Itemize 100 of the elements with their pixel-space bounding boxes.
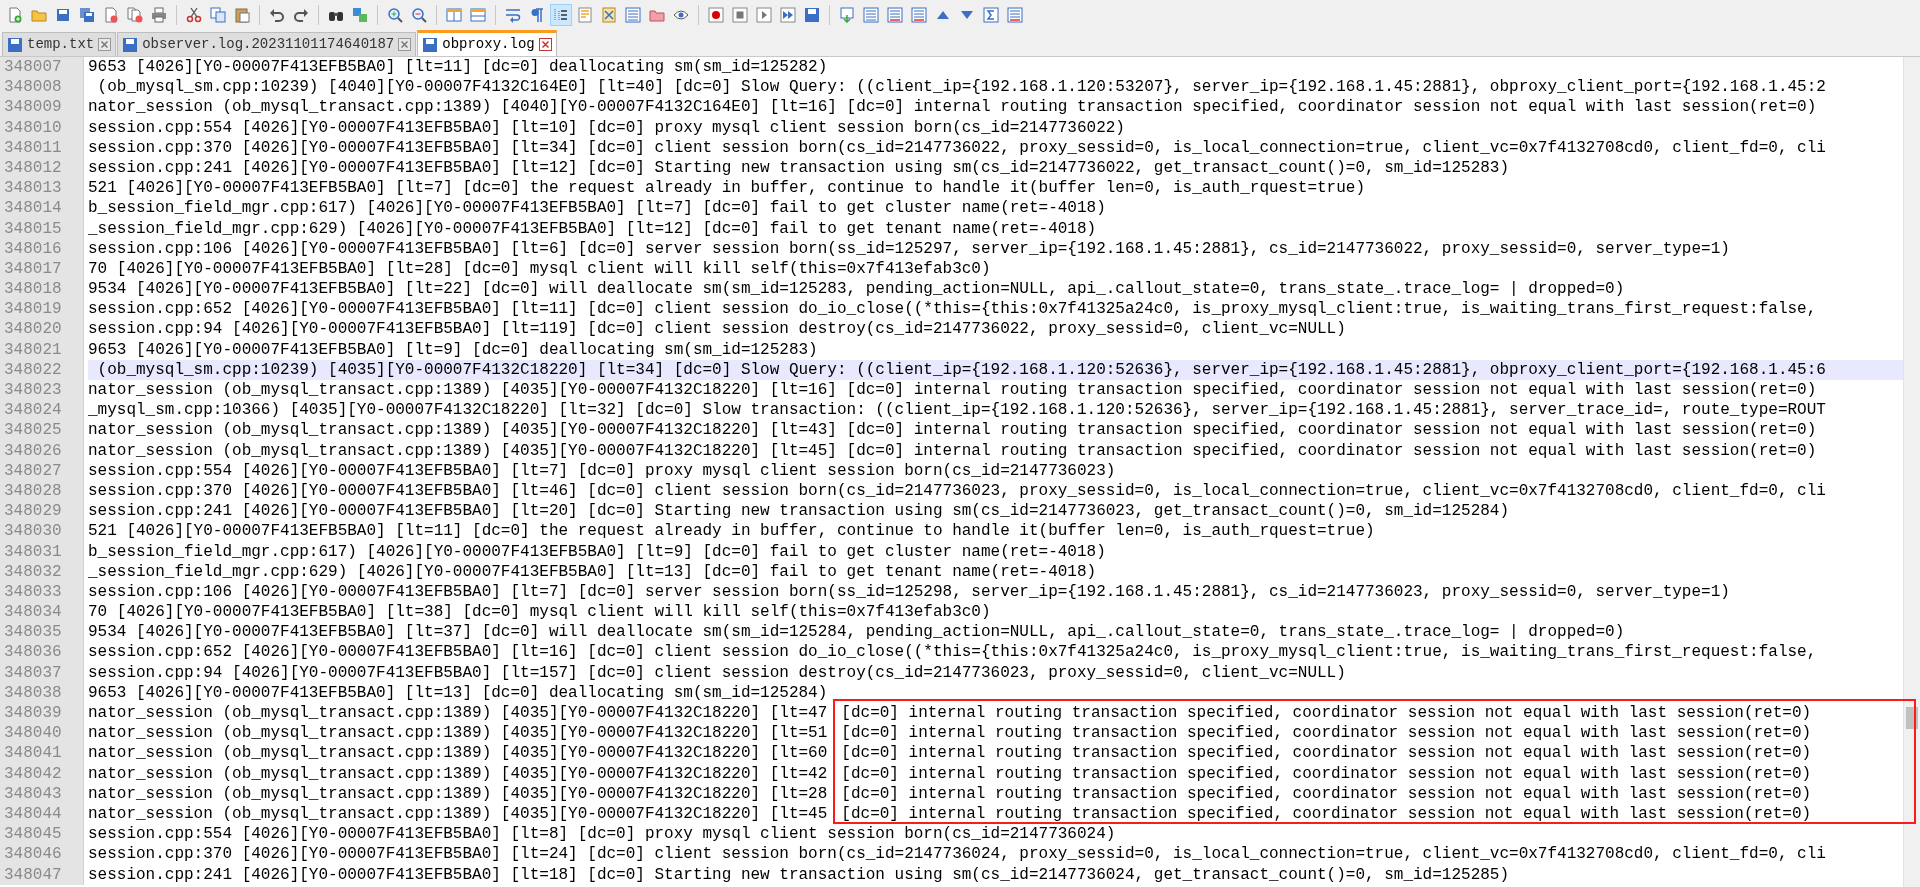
line-number: 348041 bbox=[0, 743, 84, 764]
line-number: 348008 bbox=[0, 77, 84, 98]
line-number: 348025 bbox=[0, 420, 84, 441]
file-tab[interactable]: temp.txt bbox=[2, 32, 117, 56]
log-line: _session_field_mgr.cpp:629) [4026][Y0-00007F413EFB5BA0] [lt=13] [dc=0] fail to get tenant name(ret=-4018) bbox=[88, 561, 1098, 582]
line-number: 348017 bbox=[0, 258, 84, 280]
line-number: 348037 bbox=[0, 662, 84, 683]
log-line: session.cpp:652 [4026][Y0-00007F413EFB5BA0] [lt=16] [dc=0] client session do_io_close((*this={this:0x7f41325a24c0, is_proxy_mysql_client:true, is_waiting_trans_first_request:false, bbox=[88, 642, 1818, 663]
log-line: nator_session (ob_mysql_transact.cpp:1389) [4035][Y0-00007F4132C18220] [lt=16] [dc=0] internal routing transaction specified, coordinator session not equal with last session(ret=0) bbox=[88, 380, 1818, 401]
line-number: 348042 bbox=[0, 763, 84, 784]
log-line: session.cpp:554 [4026][Y0-00007F413EFB5BA0] [lt=8] [dc=0] proxy mysql client session born(cs_id=2147736024) bbox=[88, 824, 1117, 845]
redo-icon bbox=[293, 7, 309, 23]
line-number: 348028 bbox=[0, 480, 84, 502]
log-line: session.cpp:94 [4026][Y0-00007F413EFB5BA0] [lt=119] [dc=0] client session destroy(cs_id=2147736022, proxy_sessid=0, client_vc=NULL) bbox=[88, 319, 1347, 340]
file-tab[interactable]: obproxy.log bbox=[417, 30, 557, 56]
undo-icon bbox=[269, 7, 285, 23]
log-line: _session_field_mgr.cpp:629) [4026][Y0-00007F413EFB5BA0] [lt=12] [dc=0] fail to get tenant name(ret=-4018) bbox=[88, 218, 1098, 239]
line-number: 348047 bbox=[0, 864, 84, 885]
replace-icon bbox=[352, 7, 368, 23]
line-number: 348024 bbox=[0, 400, 84, 421]
line-number: 348012 bbox=[0, 157, 84, 179]
stop-icon bbox=[732, 7, 748, 23]
log-line: nator_session (ob_mysql_transact.cpp:1389) [4035][Y0-00007F4132C18220] [lt=45] [dc=0] internal routing transaction specified, coordinator session not equal with last session(ret=0) bbox=[88, 440, 1818, 461]
line-number: 348040 bbox=[0, 723, 84, 744]
document-map-icon bbox=[601, 7, 617, 23]
log-message: [dc=0] internal routing transaction specified, coordinator session not equal with last session(ret=0) bbox=[841, 804, 1812, 823]
vertical-scrollbar[interactable] bbox=[1903, 57, 1920, 887]
eye-icon bbox=[673, 7, 689, 23]
log-line: session.cpp:370 [4026][Y0-00007F413EFB5BA0] [lt=24] [dc=0] client session born(cs_id=2147736024, proxy_sessid=0, is_local_connection=true, client_vc=0x7f4132708cd0, client_fd=0, cli bbox=[88, 844, 1827, 865]
close-icon[interactable] bbox=[538, 38, 552, 51]
wrap-icon bbox=[505, 7, 521, 23]
log-line: nator_session (ob_mysql_transact.cpp:1389) [4040][Y0-00007F4132C164E0] [lt=16] [dc=0] internal routing transaction specified, coordinator session not equal with last session(ret=0) bbox=[88, 97, 1818, 118]
line-number: 348023 bbox=[0, 380, 84, 401]
log-line: 9653 [4026][Y0-00007F413EFB5BA0] [lt=13] [dc=0] deallocating sm(sm_id=125284) bbox=[88, 682, 829, 703]
log-line: session.cpp:652 [4026][Y0-00007F413EFB5BA0] [lt=11] [dc=0] client session do_io_close((*this={this:0x7f41325a24c0, is_proxy_mysql_client:true, is_waiting_trans_first_request:false, bbox=[88, 299, 1818, 320]
zoom-out-icon bbox=[411, 7, 427, 23]
line-number: 348045 bbox=[0, 824, 84, 845]
line-number: 348013 bbox=[0, 178, 84, 199]
line-number: 348044 bbox=[0, 803, 84, 825]
folder-icon bbox=[649, 7, 665, 23]
log-line: session.cpp:241 [4026][Y0-00007F413EFB5BA0] [lt=20] [dc=0] Starting new transaction using sm(cs_id=2147736023, get_transact_count()=0, sm_id=125284) bbox=[88, 501, 1511, 522]
line-number: 348016 bbox=[0, 238, 84, 259]
line-number: 348035 bbox=[0, 622, 84, 643]
panes-icon bbox=[470, 7, 486, 23]
document-icon bbox=[577, 7, 593, 23]
list-icon bbox=[911, 7, 927, 23]
document-plus-icon bbox=[7, 7, 23, 23]
line-number: 348027 bbox=[0, 460, 84, 481]
log-message: [dc=0] internal routing transaction specified, coordinator session not equal with last session(ret=0) bbox=[841, 764, 1812, 783]
log-line: 9653 [4026][Y0-00007F413EFB5BA0] [lt=11] [dc=0] deallocating sm(sm_id=125282) bbox=[88, 57, 829, 78]
line-number: 348031 bbox=[0, 541, 84, 562]
fast-forward-icon bbox=[780, 7, 796, 23]
log-line: session.cpp:241 [4026][Y0-00007F413EFB5BA0] [lt=12] [dc=0] Starting new transaction using sm(cs_id=2147736022, get_transact_count()=0, sm_id=125283) bbox=[88, 157, 1511, 179]
log-line: session.cpp:370 [4026][Y0-00007F413EFB5BA0] [lt=34] [dc=0] client session born(cs_id=2147736022, proxy_sessid=0, is_local_connection=true, client_vc=0x7f4132708cd0, client_fd=0, cli bbox=[88, 137, 1827, 158]
line-number: 348033 bbox=[0, 581, 84, 603]
printer-icon bbox=[151, 7, 167, 23]
tab-title: temp.txt bbox=[27, 35, 95, 54]
list-icon bbox=[887, 7, 903, 23]
log-line: session.cpp:554 [4026][Y0-00007F413EFB5BA0] [lt=10] [dc=0] proxy mysql client session born(cs_id=2147736022) bbox=[88, 117, 1126, 138]
log-line: 9534 [4026][Y0-00007F413EFB5BA0] [lt=22] [dc=0] will deallocate sm(sm_id=125283, pending_action=NULL, api_.callout_state=0, trans_state_.trace_log= | dropped=0) bbox=[88, 279, 1626, 300]
line-number: 348011 bbox=[0, 137, 84, 158]
toolbar-button[interactable] bbox=[550, 4, 572, 26]
line-number: 348030 bbox=[0, 521, 84, 542]
record-icon bbox=[708, 7, 724, 23]
log-line: session.cpp:241 [4026][Y0-00007F413EFB5BA0] [lt=18] [dc=0] Starting new transaction using sm(cs_id=2147736024, get_transact_count()=0, sm_id=125285) bbox=[88, 864, 1511, 885]
log-line: nator_session (ob_mysql_transact.cpp:1389) [4035][Y0-00007F4132C18220] [lt=28 bbox=[88, 784, 828, 803]
copy-icon bbox=[210, 7, 226, 23]
list-icon bbox=[1007, 7, 1023, 23]
file-tab[interactable]: observer.log.20231101174640187 bbox=[117, 32, 417, 56]
log-line: b_session_field_mgr.cpp:617) [4026][Y0-00007F413EFB5BA0] [lt=7] [dc=0] fail to get cluster name(ret=-4018) bbox=[88, 198, 1107, 219]
close-icon[interactable] bbox=[98, 38, 112, 51]
log-message: [dc=0] internal routing transaction specified, coordinator session not equal with last session(ret=0) bbox=[841, 724, 1812, 743]
log-line: session.cpp:94 [4026][Y0-00007F413EFB5BA0] [lt=157] [dc=0] client session destroy(cs_id=2147736023, proxy_sessid=0, client_vc=NULL) bbox=[88, 662, 1347, 683]
line-number: 348010 bbox=[0, 117, 84, 138]
line-number: 348038 bbox=[0, 682, 84, 703]
toolbar-button[interactable] bbox=[705, 4, 727, 26]
log-line: nator_session (ob_mysql_transact.cpp:1389) [4035][Y0-00007F4132C18220] [lt=60 bbox=[88, 744, 828, 763]
log-line: 521 [4026][Y0-00007F413EFB5BA0] [lt=11] [dc=0] the request already in buffer, continue to handle it(buffer len=0, is_auth_rquest=true) bbox=[88, 521, 1376, 542]
log-message: [dc=0] internal routing transaction specified, coordinator session not equal with last session(ret=0) bbox=[841, 744, 1812, 763]
play-icon bbox=[756, 7, 772, 23]
document-close-icon bbox=[103, 7, 119, 23]
line-number: 348032 bbox=[0, 561, 84, 582]
line-number: 348036 bbox=[0, 642, 84, 663]
line-number: 348022 bbox=[0, 359, 84, 380]
tab-title: obproxy.log bbox=[442, 35, 535, 54]
log-line: session.cpp:370 [4026][Y0-00007F413EFB5BA0] [lt=46] [dc=0] client session born(cs_id=2147736023, proxy_sessid=0, is_local_connection=true, client_vc=0x7f4132708cd0, client_fd=0, cli bbox=[88, 480, 1827, 502]
line-number: 348043 bbox=[0, 783, 84, 804]
panes-icon bbox=[446, 7, 462, 23]
list-icon bbox=[863, 7, 879, 23]
line-number: 348026 bbox=[0, 440, 84, 461]
log-line: 70 [4026][Y0-00007F413EFB5BA0] [lt=28] [dc=0] mysql client will kill self(this=0x7f413efab3c0) bbox=[88, 258, 992, 280]
close-icon[interactable] bbox=[398, 38, 412, 51]
indent-guide-icon bbox=[553, 7, 569, 23]
log-line: 521 [4026][Y0-00007F413EFB5BA0] [lt=7] [dc=0] the request already in buffer, continue to handle it(buffer len=0, is_auth_rquest=true) bbox=[88, 178, 1366, 199]
scissors-icon bbox=[186, 7, 202, 23]
log-line: 9653 [4026][Y0-00007F413EFB5BA0] [lt=9] [dc=0] deallocating sm(sm_id=125283) bbox=[88, 339, 819, 360]
toolbar-button[interactable] bbox=[777, 4, 799, 26]
line-number: 348046 bbox=[0, 844, 84, 865]
documents-close-icon bbox=[127, 7, 143, 23]
list-icon bbox=[625, 7, 641, 23]
